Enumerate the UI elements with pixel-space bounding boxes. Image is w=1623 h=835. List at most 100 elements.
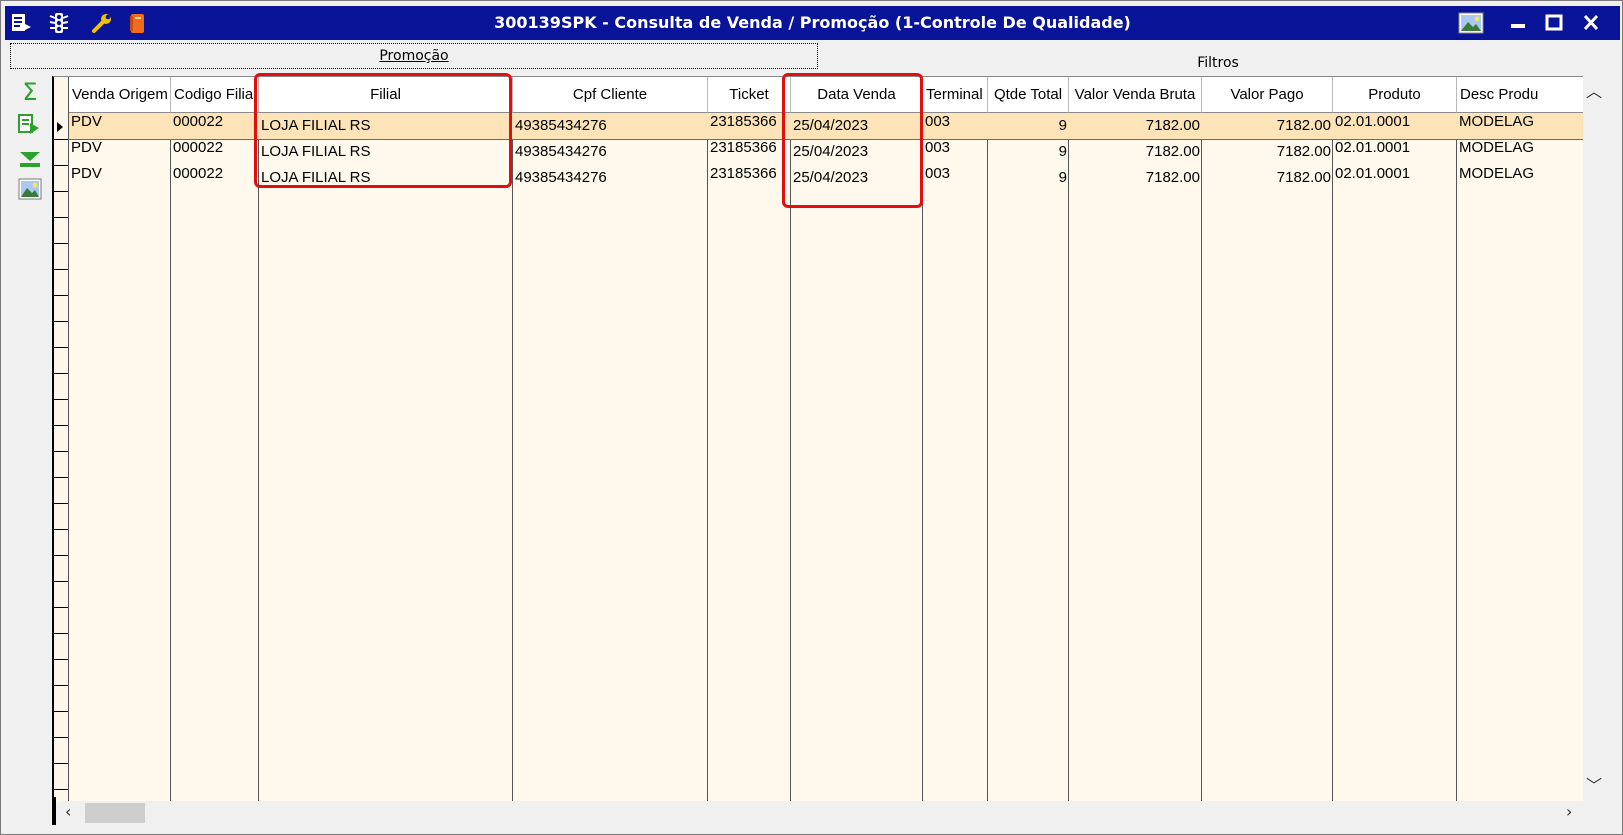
maximize-icon[interactable] <box>1540 11 1568 35</box>
row-indicator-tick <box>54 555 68 556</box>
report-icon[interactable] <box>9 11 33 35</box>
col-header-codigo-filial[interactable]: Codigo Filial <box>171 77 259 113</box>
col-header-valor-pago[interactable]: Valor Pago <box>1202 77 1333 113</box>
data-grid[interactable]: Venda Origem Codigo Filial Filial Cpf Cl… <box>52 76 1584 802</box>
title-bar: 300139SPK - Consulta de Venda / Promoção… <box>5 6 1620 40</box>
app-window: 300139SPK - Consulta de Venda / Promoção… <box>0 0 1623 835</box>
scroll-right-arrow-icon[interactable]: › <box>1566 802 1572 821</box>
row-indicator-column <box>54 77 69 802</box>
cell-filial: LOJA FILIAL RS <box>261 117 371 134</box>
cell-qtde-total: 9 <box>1058 117 1067 134</box>
cell-terminal: 003 <box>925 165 951 182</box>
tab-filtros-label: Filtros <box>1197 55 1239 71</box>
cell-terminal: 003 <box>925 139 951 156</box>
col-header-terminal[interactable]: Terminal <box>923 77 988 113</box>
row-indicator-tick <box>54 529 68 530</box>
col-header-desc-produto[interactable]: Desc Produ <box>1457 77 1584 113</box>
cell-terminal: 003 <box>925 113 951 130</box>
image-icon[interactable] <box>17 177 43 201</box>
cell-filial: LOJA FILIAL RS <box>261 143 371 160</box>
col-header-produto[interactable]: Produto <box>1333 77 1457 113</box>
cell-ticket: 23185366 <box>710 113 777 130</box>
wrench-icon[interactable] <box>90 11 114 35</box>
cell-codigo-filial: 000022 <box>173 139 224 156</box>
cell-produto: 02.01.0001 <box>1335 113 1411 130</box>
cell-valor-pago: 7182.00 <box>1276 169 1331 186</box>
row-indicator-tick <box>54 373 68 374</box>
row-indicator-tick <box>54 633 68 634</box>
col-header-ticket[interactable]: Ticket <box>708 77 791 113</box>
cell-valor-venda-bruta: 7182.00 <box>1145 143 1200 160</box>
export-icon[interactable] <box>17 113 43 137</box>
tab-filtros[interactable]: Filtros <box>823 51 1613 77</box>
row-indicator-tick <box>54 295 68 296</box>
cell-ticket: 23185366 <box>710 139 777 156</box>
table-row[interactable]: PDV 000022 LOJA FILIAL RS 49385434276 23… <box>69 165 1584 191</box>
row-indicator-tick <box>54 347 68 348</box>
horizontal-scroll-thumb[interactable] <box>85 803 145 823</box>
row-indicator-tick <box>54 451 68 452</box>
col-header-venda-origem[interactable]: Venda Origem <box>69 77 171 113</box>
cell-venda-origem: PDV <box>71 139 102 156</box>
col-header-filial[interactable]: Filial <box>259 77 513 113</box>
row-indicator-tick <box>54 139 68 140</box>
cell-valor-pago: 7182.00 <box>1276 117 1331 134</box>
col-header-cpf-cliente[interactable]: Cpf Cliente <box>513 77 708 113</box>
cell-cpf-cliente: 49385434276 <box>515 117 607 134</box>
cell-ticket: 23185366 <box>710 165 777 182</box>
row-indicator-tick <box>54 685 68 686</box>
traffic-light-icon[interactable] <box>47 11 71 35</box>
scroll-left-arrow-icon[interactable]: ‹ <box>65 802 71 821</box>
minimize-icon[interactable] <box>1505 11 1533 35</box>
row-indicator-tick <box>54 243 68 244</box>
row-indicator-tick <box>54 789 68 790</box>
table-row[interactable]: PDV 000022 LOJA FILIAL RS 49385434276 23… <box>69 139 1584 165</box>
sum-icon[interactable]: Σ <box>17 80 43 105</box>
cell-qtde-total: 9 <box>1058 169 1067 186</box>
row-indicator-tick <box>54 217 68 218</box>
scroll-up-arrow-icon[interactable]: ︿ <box>1586 78 1602 102</box>
cell-qtde-total: 9 <box>1058 143 1067 160</box>
cell-venda-origem: PDV <box>71 165 102 182</box>
table-row[interactable]: PDV 000022 LOJA FILIAL RS 49385434276 23… <box>69 113 1584 140</box>
cell-desc-produto: MODELAG <box>1459 139 1535 156</box>
cell-data-venda: 25/04/2023 <box>793 117 869 134</box>
tab-promocao-label: Promoção <box>379 48 449 64</box>
row-indicator-tick <box>54 425 68 426</box>
cell-data-venda: 25/04/2023 <box>793 143 869 160</box>
cell-desc-produto: MODELAG <box>1459 165 1535 182</box>
row-indicator-tick <box>54 477 68 478</box>
grid-corner-mark <box>52 797 56 825</box>
picture-icon[interactable] <box>1457 11 1485 35</box>
window-title: 300139SPK - Consulta de Venda / Promoção… <box>494 13 1131 32</box>
col-header-valor-venda-bruta[interactable]: Valor Venda Bruta <box>1069 77 1202 113</box>
row-indicator-tick <box>54 321 68 322</box>
cell-codigo-filial: 000022 <box>173 165 224 182</box>
row-indicator-tick <box>54 269 68 270</box>
row-indicator-tick <box>54 763 68 764</box>
cell-produto: 02.01.0001 <box>1335 165 1411 182</box>
row-indicator-tick <box>54 399 68 400</box>
row-indicator-tick <box>54 581 68 582</box>
tab-promocao[interactable]: Promoção <box>10 43 818 69</box>
row-indicator-tick <box>54 737 68 738</box>
expand-down-icon[interactable] <box>17 147 43 171</box>
row-indicator-tick <box>54 165 68 166</box>
cell-filial: LOJA FILIAL RS <box>261 169 371 186</box>
cell-cpf-cliente: 49385434276 <box>515 169 607 186</box>
cell-data-venda: 25/04/2023 <box>793 169 869 186</box>
close-icon[interactable] <box>1577 11 1605 35</box>
scroll-down-arrow-icon[interactable]: ﹀ <box>1586 772 1602 796</box>
col-header-data-venda[interactable]: Data Venda <box>791 77 923 113</box>
horizontal-scrollbar[interactable]: ‹ › <box>61 801 1583 825</box>
cell-codigo-filial: 000022 <box>173 113 224 130</box>
row-indicator-tick <box>54 191 68 192</box>
current-row-pointer-icon <box>57 122 63 132</box>
row-indicator-tick <box>54 659 68 660</box>
cell-venda-origem: PDV <box>71 113 102 130</box>
book-icon[interactable] <box>125 11 149 35</box>
col-header-qtde-total[interactable]: Qtde Total <box>988 77 1069 113</box>
cell-valor-venda-bruta: 7182.00 <box>1145 169 1200 186</box>
cell-produto: 02.01.0001 <box>1335 139 1411 156</box>
vertical-scrollbar[interactable]: ︿ ﹀ <box>1583 76 1603 801</box>
